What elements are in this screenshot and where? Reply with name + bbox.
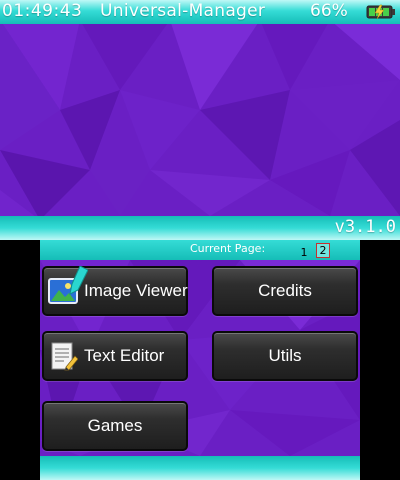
utils-button[interactable]: Utils (212, 331, 358, 381)
version-bar: v3.1.0 (0, 216, 400, 240)
credits-label: Credits (258, 281, 312, 300)
credits-button[interactable]: Credits (212, 266, 358, 316)
current-page-label: Current Page: (190, 242, 266, 255)
image-viewer-label: Image Viewer (84, 281, 188, 300)
page-1-button[interactable]: 1 (299, 246, 309, 259)
clock: 01:49:43 (2, 1, 83, 21)
top-screen: 01:49:43 Universal-Manager 66% v3.1.0 (0, 0, 400, 240)
games-button[interactable]: Games (42, 401, 188, 451)
version-label: v3.1.0 (334, 217, 396, 237)
wallpaper (0, 0, 400, 240)
bottom-top-bar: Current Page: 1 2 (40, 240, 360, 260)
notepad-icon (51, 342, 78, 371)
cursor-arrow-icon (69, 266, 88, 295)
page-2-button[interactable]: 2 (316, 243, 330, 258)
bottom-screen: Current Page: 1 2 Image Viewer Credits T… (40, 240, 360, 480)
utils-label: Utils (268, 346, 302, 365)
app-title: Universal-Manager (100, 1, 266, 21)
text-editor-label: Text Editor (84, 346, 165, 365)
battery-charging-icon (366, 4, 395, 20)
status-bar: 01:49:43 Universal-Manager 66% (0, 0, 400, 24)
bottom-footer-bar (40, 456, 360, 480)
games-label: Games (87, 416, 143, 435)
text-editor-button[interactable]: Text Editor (42, 331, 188, 381)
battery-percentage: 66% (310, 1, 348, 21)
